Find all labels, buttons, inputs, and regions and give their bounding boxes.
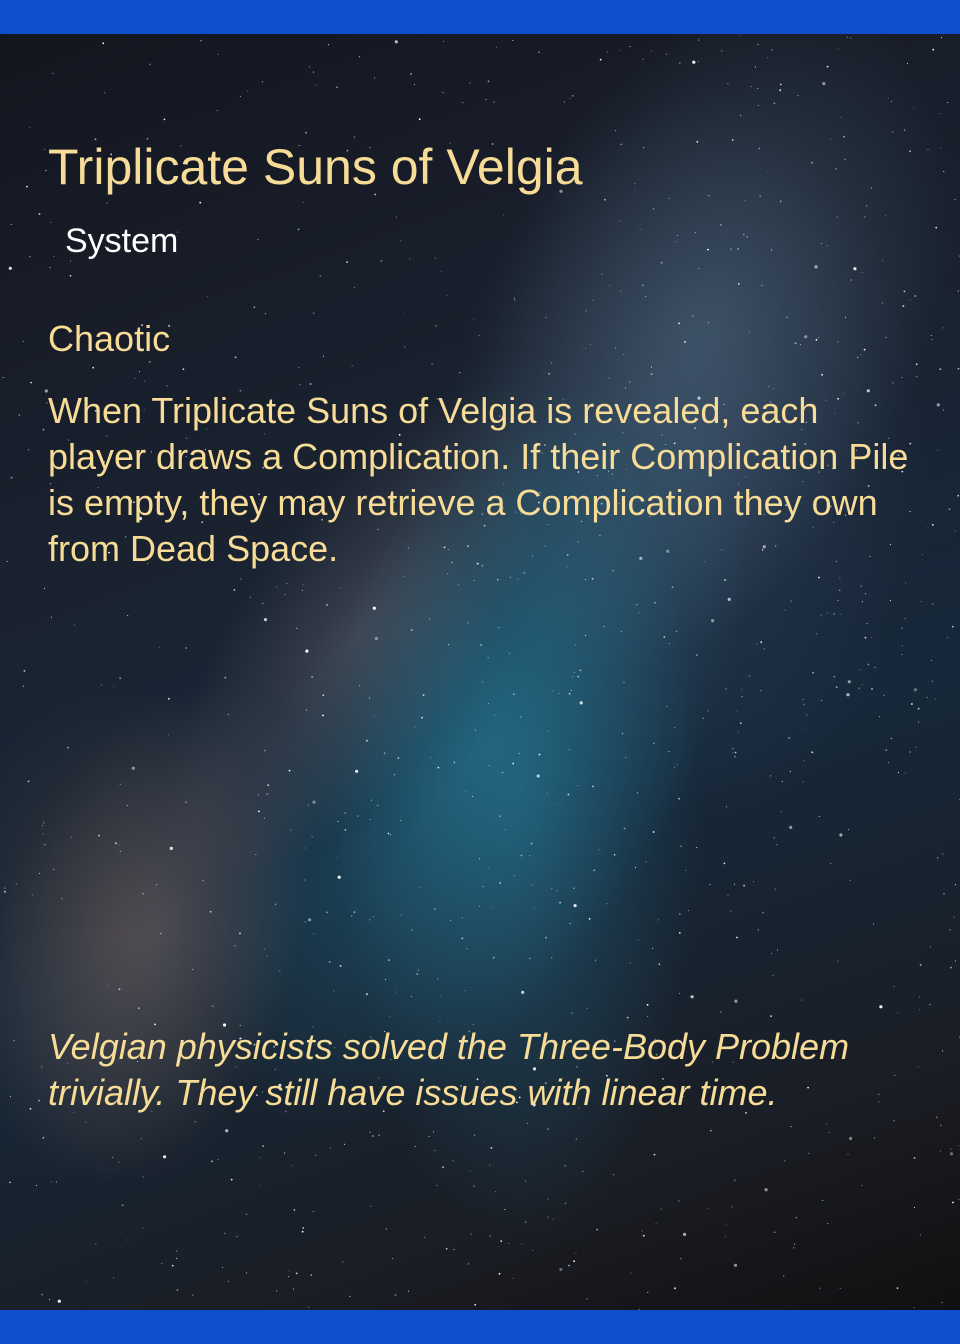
card-text: Triplicate Suns of Velgia System Chaotic… <box>0 34 960 1310</box>
rules-text: When Triplicate Suns of Velgia is reveal… <box>48 390 909 569</box>
card-type: System <box>65 222 179 260</box>
card-title: Triplicate Suns of Velgia <box>48 139 583 195</box>
flavor-text: Velgian physicists solved the Three-Body… <box>48 1026 850 1113</box>
card: Triplicate Suns of Velgia System Chaotic… <box>0 34 960 1310</box>
card-keyword: Chaotic <box>48 318 171 359</box>
